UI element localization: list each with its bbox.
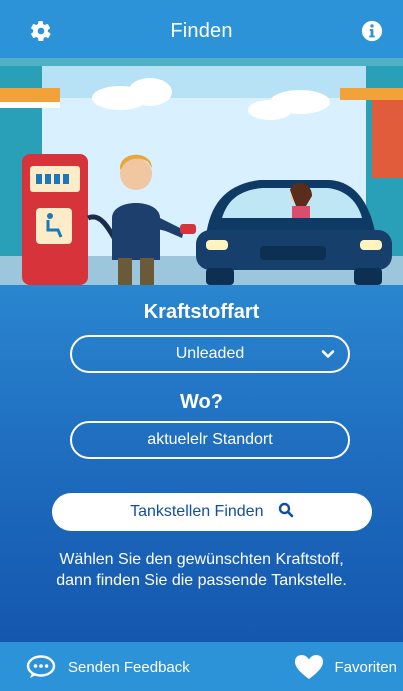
heart-icon	[295, 655, 324, 679]
hero-illustration	[0, 58, 403, 285]
instruction-text: Wählen Sie den gewünschten Kraftstoff, d…	[56, 551, 347, 589]
chat-bubble-icon	[26, 655, 56, 678]
favorites-button[interactable]: Favoriten	[294, 654, 397, 680]
location-value: aktuelelr Standort	[147, 431, 273, 448]
fuel-type-label: Kraftstoffart	[143, 301, 260, 323]
search-panel: Kraftstoffart Unleaded Wo? aktuelelr Sta…	[0, 285, 403, 642]
location-field[interactable]: aktuelelr Standort	[70, 421, 350, 459]
fuel-type-value: Unleaded	[175, 345, 245, 362]
fuel-type-select[interactable]: Unleaded	[70, 335, 350, 373]
favorites-label: Favoriten	[334, 658, 397, 676]
send-feedback-button[interactable]: Senden Feedback	[26, 654, 190, 680]
top-bar: Finden	[0, 0, 403, 58]
search-icon	[278, 503, 294, 518]
chevron-down-icon	[321, 350, 335, 358]
find-stations-button[interactable]: Tankstellen Finden	[52, 493, 372, 531]
send-feedback-label: Senden Feedback	[68, 658, 190, 676]
page-title: Finden	[170, 20, 233, 42]
bottom-bar: Senden Feedback Favoriten	[0, 642, 403, 691]
info-icon[interactable]	[361, 20, 383, 42]
find-stations-label: Tankstellen Finden	[130, 503, 264, 520]
location-label: Wo?	[180, 391, 223, 413]
